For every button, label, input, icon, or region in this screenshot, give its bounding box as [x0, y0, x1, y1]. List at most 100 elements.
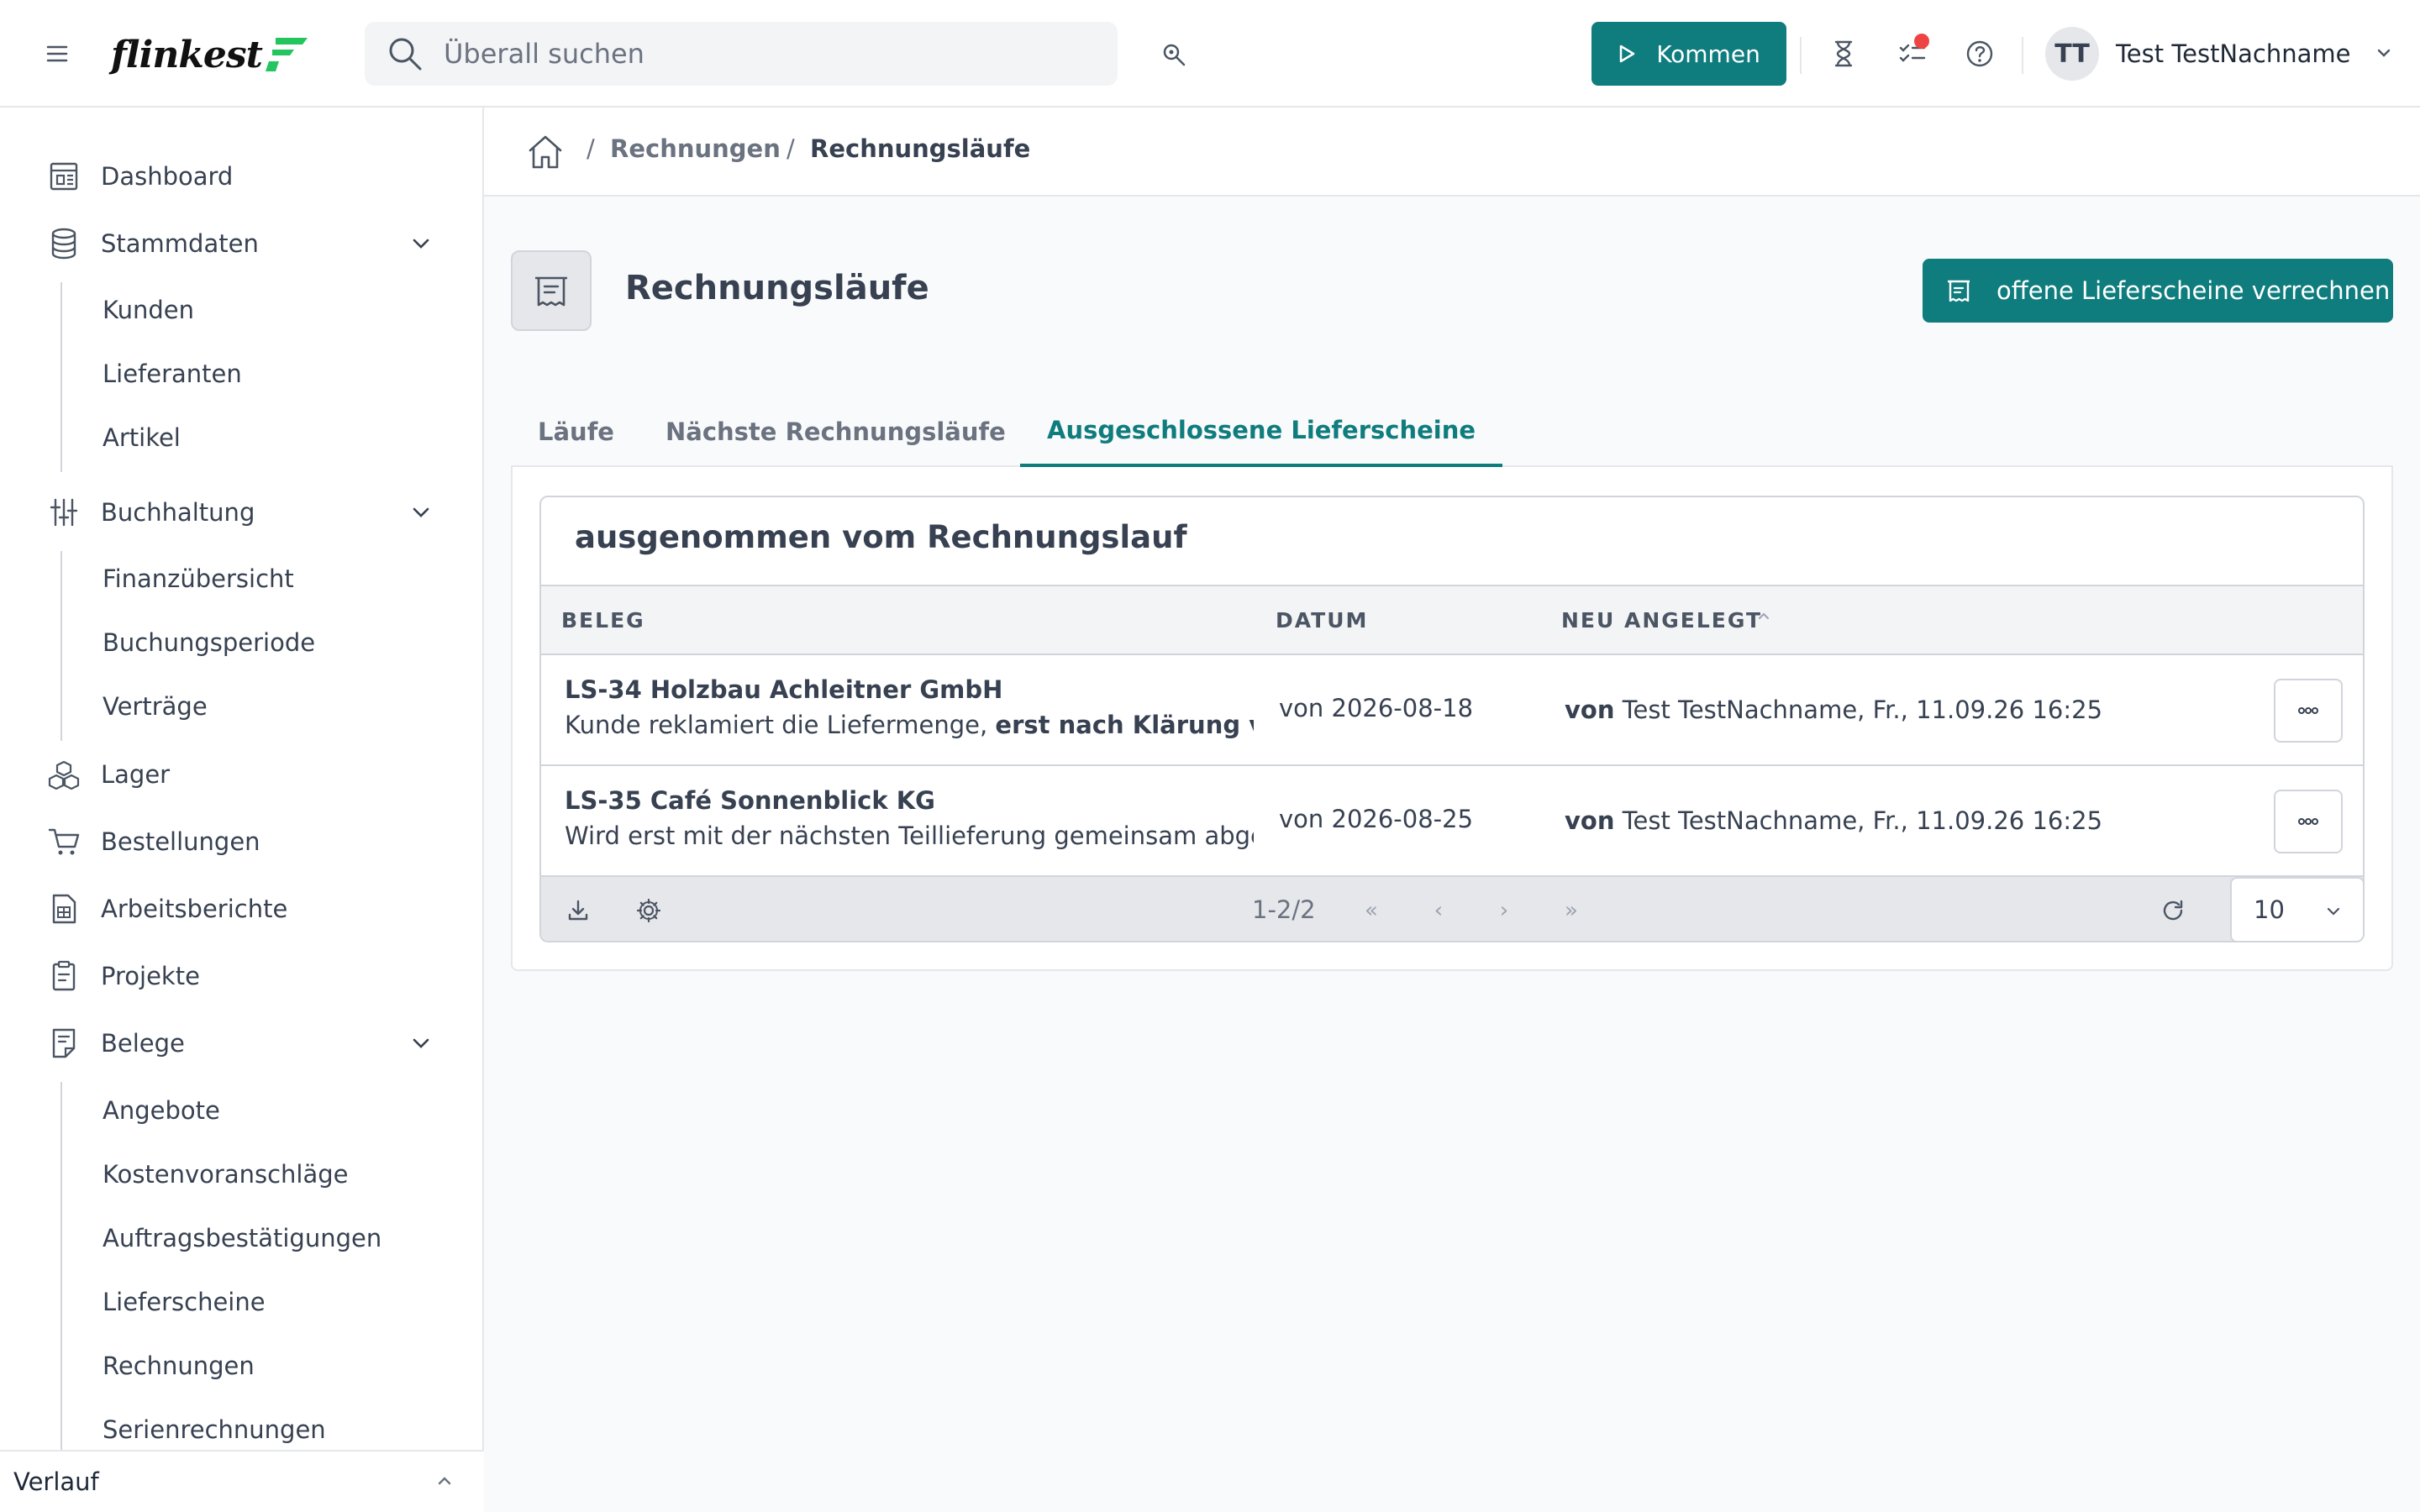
sidebar-item-rechnungen[interactable]: Rechnungen — [103, 1345, 255, 1387]
column-header-neu-angelegt[interactable]: NEU ANGELEGT — [1561, 608, 1762, 633]
logo[interactable]: flinkest — [111, 25, 311, 84]
top-header: flinkest Kommen TT Test TestNachname — [0, 0, 2420, 108]
sidebar-item-arbeitsberichte[interactable]: Arbeitsberichte — [47, 884, 287, 934]
row-created-text: Test TestNachname, Fr., 11.09.26 16:25 — [1614, 696, 2103, 724]
chevron-down-icon[interactable] — [407, 1029, 435, 1058]
cart-icon — [47, 825, 81, 858]
verlauf-panel-toggle[interactable]: Verlauf — [0, 1450, 484, 1512]
sidebar-item-kostenvoranschlaege[interactable]: Kostenvoranschläge — [103, 1153, 349, 1195]
sidebar-item-vertraege[interactable]: Verträge — [103, 685, 208, 727]
column-header-datum[interactable]: DATUM — [1276, 608, 1368, 633]
row-title[interactable]: LS-34 Holzbau Achleitner GmbH — [565, 675, 1002, 704]
row-actions-button[interactable] — [2274, 790, 2343, 853]
sidebar-item-label: Dashboard — [101, 162, 234, 191]
tasks-icon[interactable] — [1894, 34, 1931, 72]
refresh-icon[interactable] — [2156, 894, 2190, 927]
page-size-value: 10 — [2254, 895, 2285, 924]
play-icon — [1619, 45, 1635, 63]
hourglass-icon[interactable] — [1825, 35, 1862, 72]
breadcrumb: / Rechnungen / Rechnungsläufe — [484, 108, 2420, 197]
dashboard-icon — [47, 160, 81, 193]
sidebar-item-bestellungen[interactable]: Bestellungen — [47, 816, 260, 867]
row-note: Wird erst mit der nächsten Teillieferung… — [565, 822, 1254, 850]
sidebar-item-label: Stammdaten — [101, 229, 259, 258]
row-actions-button[interactable] — [2274, 679, 2343, 743]
sidebar-item-artikel[interactable]: Artikel — [103, 417, 181, 459]
sidebar-item-kunden[interactable]: Kunden — [103, 289, 194, 331]
sidebar-item-projekte[interactable]: Projekte — [47, 951, 200, 1001]
table-row[interactable]: LS-34 Holzbau Achleitner GmbH Kunde rekl… — [541, 655, 2363, 766]
sidebar-item-buchhaltung[interactable]: Buchhaltung — [47, 487, 255, 538]
sidebar-item-belege[interactable]: Belege — [47, 1018, 185, 1068]
search-input[interactable] — [444, 38, 1082, 70]
breadcrumb-separator: / — [587, 134, 595, 163]
chevron-down-icon[interactable] — [407, 498, 435, 527]
tab-naechste-rechnungslaeufe[interactable]: Nächste Rechnungsläufe — [666, 396, 1006, 467]
user-menu[interactable]: TT Test TestNachname — [2045, 25, 2392, 82]
tab-laeufe[interactable]: Läufe — [538, 396, 614, 467]
sidebar-item-label: Buchhaltung — [101, 498, 255, 527]
sidebar-item-dashboard[interactable]: Dashboard — [47, 151, 233, 202]
sidebar-item-serienrechnungen[interactable]: Serienrechnungen — [103, 1409, 326, 1451]
offene-lieferscheine-verrechnen-button[interactable]: offene Lieferscheine verrechnen — [1923, 259, 2393, 323]
sidebar-item-buchungsperiode[interactable]: Buchungsperiode — [103, 622, 315, 664]
tab-ausgeschlossene-lieferscheine[interactable]: Ausgeschlossene Lieferscheine — [1020, 396, 1503, 467]
pagination-info: 1-2/2 — [1252, 895, 1316, 924]
row-note-text: Kunde reklamiert die Liefermenge, — [565, 711, 996, 739]
download-icon[interactable] — [561, 894, 595, 927]
sidebar-item-lager[interactable]: Lager — [47, 749, 170, 800]
sidebar-item-stammdaten[interactable]: Stammdaten — [47, 218, 259, 269]
next-page-button[interactable]: › — [1489, 894, 1519, 927]
prev-page-button[interactable]: ‹ — [1423, 894, 1454, 927]
settings-icon[interactable] — [632, 894, 666, 927]
user-name: Test TestNachname — [2116, 39, 2351, 68]
kommen-button[interactable]: Kommen — [1591, 22, 1786, 86]
hamburger-menu-icon[interactable] — [40, 37, 74, 71]
action-button-label: offene Lieferscheine verrechnen — [1996, 276, 2391, 305]
help-icon[interactable] — [1961, 35, 1998, 72]
submenu-line — [60, 1082, 62, 1512]
logo-text: flinkest — [111, 33, 263, 76]
boxes-icon — [47, 758, 81, 791]
row-note: Kunde reklamiert die Liefermenge, erst n… — [565, 711, 1254, 739]
chevron-down-icon[interactable] — [407, 229, 435, 258]
last-page-button[interactable]: » — [1556, 894, 1586, 927]
sidebar-item-lieferanten[interactable]: Lieferanten — [103, 353, 242, 395]
page-size-select[interactable]: 10 — [2230, 877, 2363, 941]
breadcrumb-separator: / — [786, 134, 795, 163]
row-date: von 2026-08-18 — [1279, 694, 1474, 722]
home-icon[interactable] — [524, 131, 566, 173]
notification-dot — [1914, 34, 1929, 49]
sidebar-item-auftragsbestaetigungen[interactable]: Auftragsbestätigungen — [103, 1217, 381, 1259]
sort-asc-icon[interactable] — [1756, 610, 1771, 626]
excluded-delivery-notes-card: ausgenommen vom Rechnungslauf BELEG DATU… — [539, 496, 2365, 942]
column-header-beleg[interactable]: BELEG — [561, 608, 645, 633]
sidebar-item-finanzuebersicht[interactable]: Finanzübersicht — [103, 558, 294, 600]
more-horizontal-icon — [2298, 707, 2318, 714]
sidebar-item-angebote[interactable]: Angebote — [103, 1089, 220, 1131]
breadcrumb-link-rechnungen[interactable]: Rechnungen — [610, 134, 781, 163]
submenu-line — [60, 282, 62, 472]
chevron-down-icon — [2321, 899, 2346, 924]
table-header: BELEG DATUM NEU ANGELEGT — [541, 585, 2363, 655]
row-title[interactable]: LS-35 Café Sonnenblick KG — [565, 786, 935, 815]
advanced-search-icon[interactable] — [1156, 37, 1192, 72]
first-page-button[interactable]: « — [1356, 894, 1386, 927]
header-divider — [2022, 37, 2023, 74]
row-created: von Test TestNachname, Fr., 11.09.26 16:… — [1565, 696, 2102, 724]
table-row[interactable]: LS-35 Café Sonnenblick KG Wird erst mit … — [541, 766, 2363, 877]
sidebar-item-label: Arbeitsberichte — [101, 895, 288, 923]
search-icon — [381, 30, 429, 77]
sidebar-item-label: Projekte — [101, 962, 200, 990]
sidebar-item-label: Belege — [101, 1029, 185, 1058]
table-footer: 1-2/2 « ‹ › » 10 — [541, 877, 2363, 941]
chevron-up-icon[interactable] — [432, 1468, 457, 1494]
global-search — [365, 22, 1118, 86]
card-title: ausgenommen vom Rechnungslauf — [575, 519, 1187, 555]
row-created-prefix: von — [1565, 696, 1615, 724]
sidebar-item-lieferscheine[interactable]: Lieferscheine — [103, 1281, 266, 1323]
database-icon — [47, 227, 81, 260]
more-horizontal-icon — [2298, 818, 2318, 825]
row-created-text: Test TestNachname, Fr., 11.09.26 16:25 — [1614, 806, 2103, 835]
row-created: von Test TestNachname, Fr., 11.09.26 16:… — [1565, 806, 2102, 835]
